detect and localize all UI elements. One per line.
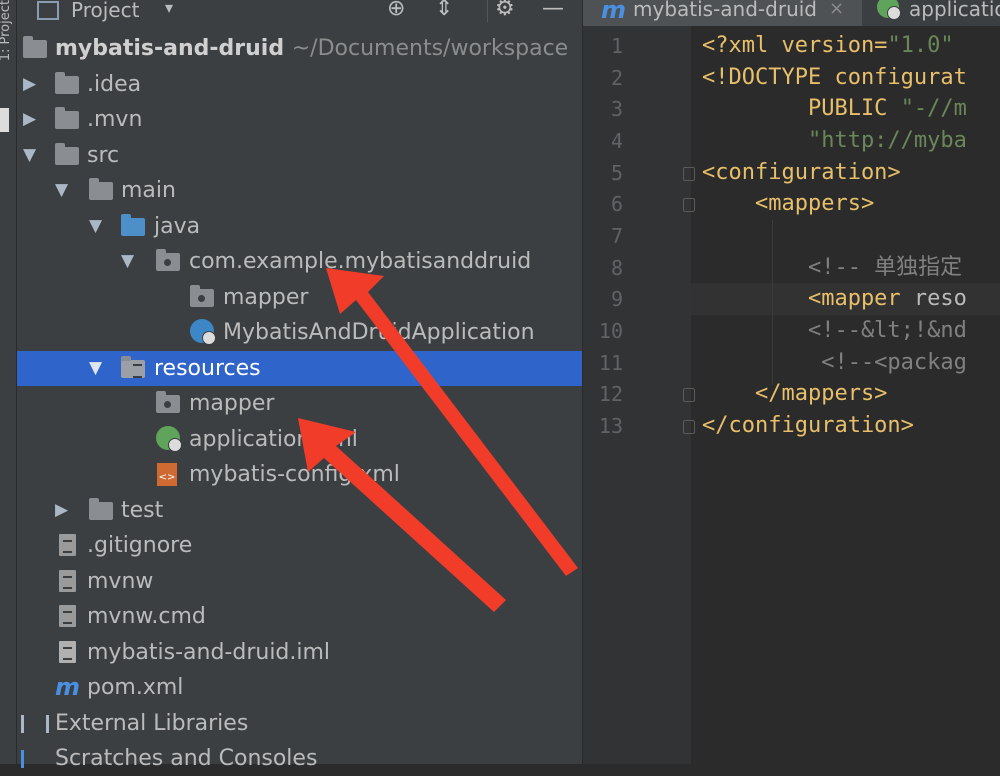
annotation-arrows [298, 268, 578, 612]
annotation-arrow-upper [326, 268, 578, 576]
